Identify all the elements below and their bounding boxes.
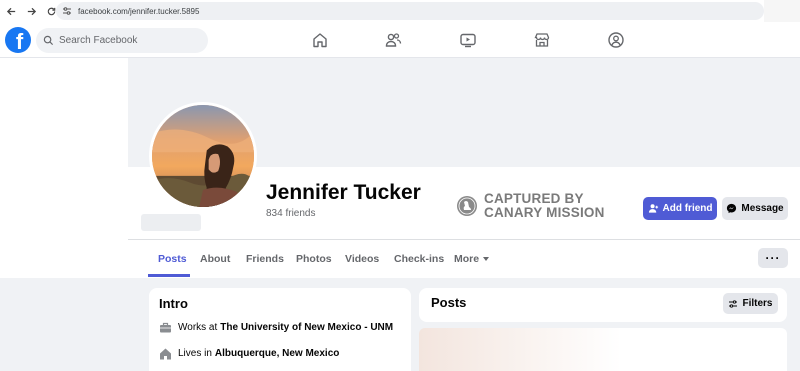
intro-work-row: Works at The University of New Mexico - … [159,321,393,334]
marketplace-icon[interactable] [533,31,551,49]
forward-icon[interactable] [22,2,40,20]
left-margin [0,58,128,239]
intro-lives-value[interactable]: Albuquerque, New Mexico [215,348,339,359]
active-tab-indicator [148,274,190,277]
message-label: Message [741,203,784,214]
caret-down-icon [483,257,490,261]
tab-more[interactable]: More [454,253,490,265]
search-box[interactable] [36,28,208,53]
post-preview[interactable] [419,328,787,371]
friends-icon[interactable] [384,31,402,49]
browser-toolbar: facebook.com/jennifer.tucker.5895 [0,0,800,22]
profile-avatar[interactable] [149,102,257,210]
tab-about[interactable]: About [200,253,230,265]
intro-title: Intro [159,296,188,311]
posts-title: Posts [431,295,467,310]
intro-work-value[interactable]: The University of New Mexico - UNM [220,322,393,333]
canary-mission-watermark: CAPTURED BY CANARY MISSION [456,192,605,220]
address-bar[interactable]: facebook.com/jennifer.tucker.5895 [56,2,764,20]
video-icon[interactable] [459,31,477,49]
watermark-line-1: CAPTURED BY [484,191,584,206]
profile-photo [152,105,254,207]
friends-count[interactable]: 834 friends [266,208,315,219]
site-settings-icon[interactable] [62,6,72,16]
url-text: facebook.com/jennifer.tucker.5895 [78,6,200,16]
tab-friends[interactable]: Friends [246,253,284,265]
tab-videos[interactable]: Videos [345,253,379,265]
tab-check-ins[interactable]: Check-ins [394,253,444,265]
search-input[interactable] [59,35,189,46]
left-margin-tabs [0,239,128,278]
blurred-label [141,214,201,231]
filters-button[interactable]: Filters [723,293,778,314]
intro-lives-row: Lives in Albuquerque, New Mexico [159,347,339,360]
search-icon [43,35,54,46]
message-button[interactable]: Message [722,197,788,220]
browser-toolbar-right [764,0,800,22]
filter-sliders-icon [729,299,738,308]
more-options-button[interactable]: ··· [758,248,788,268]
canary-mission-logo-icon [457,196,477,216]
back-icon[interactable] [2,2,20,20]
intro-lives-prefix: Lives in [178,348,212,359]
facebook-logo[interactable]: f [5,27,31,53]
watermark-line-2: CANARY MISSION [484,205,605,220]
tab-more-label: More [454,253,480,265]
briefcase-icon [160,322,171,333]
intro-work-prefix: Works at [178,322,218,333]
profile-name: Jennifer Tucker [266,181,421,204]
home-icon[interactable] [311,31,329,49]
house-icon [160,348,171,360]
add-friend-button[interactable]: Add friend [643,197,717,220]
filters-label: Filters [742,298,773,309]
tab-posts[interactable]: Posts [158,253,187,265]
facebook-top-nav: f [0,22,800,58]
messenger-icon [727,203,737,214]
add-person-icon [648,204,658,213]
tab-photos[interactable]: Photos [296,253,332,265]
add-friend-label: Add friend [662,203,713,214]
groups-icon[interactable] [607,31,625,49]
